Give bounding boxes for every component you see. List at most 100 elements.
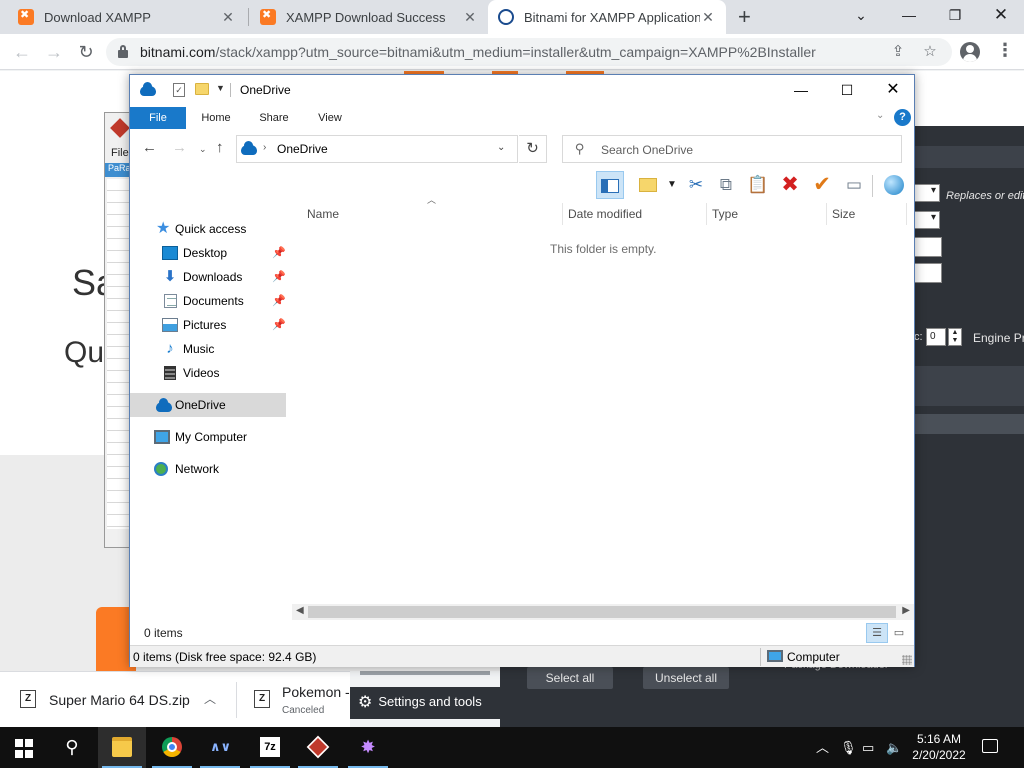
select-all-button[interactable]: Select all — [527, 667, 613, 689]
panel-spinner[interactable] — [914, 237, 942, 257]
pin-icon[interactable]: 📌 — [272, 265, 286, 289]
taskbar-7zip[interactable]: 7z — [246, 727, 294, 768]
search-box[interactable]: ⚲ Search OneDrive — [562, 135, 902, 163]
refresh-icon[interactable]: ↻ — [519, 135, 547, 163]
paste-icon[interactable]: 📋 — [744, 171, 772, 199]
system-clock[interactable]: 5:16 AM 2/20/2022 — [904, 731, 974, 763]
start-button[interactable] — [0, 727, 48, 768]
pin-icon[interactable]: 📌 — [272, 313, 286, 337]
divider[interactable] — [826, 203, 827, 225]
column-name[interactable]: Name — [307, 201, 339, 227]
tab-home[interactable]: Home — [194, 107, 238, 129]
nav-network[interactable]: Network — [130, 457, 286, 481]
close-icon[interactable]: ✕ — [220, 9, 236, 26]
recent-locations-icon[interactable]: ⌄ — [199, 144, 207, 155]
address-bar[interactable]: bitnami.com/stack/xampp?utm_source=bitna… — [106, 38, 952, 66]
tab-file[interactable]: File — [130, 107, 186, 129]
taskbar-dolphin[interactable]: ✸ — [344, 727, 392, 768]
back-icon[interactable]: ← — [10, 40, 34, 64]
nav-downloads[interactable]: ⬇ Downloads 📌 — [130, 265, 286, 289]
chevron-down-icon[interactable]: ⌄ — [497, 142, 505, 153]
close-icon[interactable]: ✕ — [462, 9, 478, 26]
maximize-icon[interactable]: ☐ — [824, 75, 870, 105]
checkmark-icon[interactable]: ✔ — [808, 171, 836, 199]
new-tab-button[interactable]: + — [738, 4, 751, 30]
minimize-icon[interactable]: — — [778, 75, 824, 105]
download-item[interactable]: Z Super Mario 64 DS.zip ︿ — [0, 672, 236, 728]
horizontal-scrollbar[interactable]: ◀ ▶ — [292, 604, 914, 620]
tab-search-icon[interactable]: ⌄ — [838, 0, 884, 30]
unselect-all-button[interactable]: Unselect all — [643, 667, 729, 689]
reload-icon[interactable]: ↻ — [74, 40, 98, 64]
nav-documents[interactable]: Documents 📌 — [130, 289, 286, 313]
large-icons-view-icon[interactable]: ▭ — [888, 623, 910, 643]
help-icon[interactable]: ? — [894, 109, 911, 126]
taskbar-file-explorer[interactable] — [98, 727, 146, 768]
menu-file[interactable]: File — [111, 147, 129, 159]
forward-icon[interactable]: → — [172, 139, 187, 156]
tab-xampp-download-success[interactable]: XAMPP Download Success ✕ — [250, 0, 488, 34]
forward-icon[interactable]: → — [42, 40, 66, 64]
close-dialog-icon[interactable]: ✕ — [870, 75, 916, 105]
editor-tab[interactable]: PaRa — [105, 163, 131, 177]
panel-dropdown[interactable] — [914, 211, 940, 229]
chevron-up-icon[interactable]: ︿ — [204, 690, 216, 707]
panel-dropdown[interactable] — [914, 184, 940, 202]
close-window-icon[interactable]: ✕ — [978, 0, 1024, 30]
column-size[interactable]: Size — [832, 201, 855, 227]
scroll-left-icon[interactable]: ◀ — [296, 605, 304, 616]
more-menu-icon[interactable]: ⋮ — [996, 40, 1014, 61]
back-icon[interactable]: ← — [142, 139, 157, 156]
network-globe-button[interactable] — [880, 171, 908, 199]
share-icon[interactable]: ⇪ — [888, 42, 908, 62]
new-folder-icon[interactable] — [195, 83, 209, 95]
resize-grip[interactable] — [902, 655, 912, 665]
breadcrumb-onedrive[interactable]: OneDrive — [277, 142, 328, 156]
up-icon[interactable]: ↑ — [216, 139, 224, 156]
copy-icon[interactable]: ⧉ — [712, 171, 740, 199]
divider[interactable] — [706, 203, 707, 225]
url-text[interactable]: bitnami.com/stack/xampp?utm_source=bitna… — [140, 44, 816, 60]
nav-music[interactable]: ♪ Music — [130, 337, 286, 361]
tab-download-xampp[interactable]: Download XAMPP ✕ — [8, 0, 246, 34]
restore-icon[interactable]: ❐ — [932, 0, 978, 30]
minimize-icon[interactable]: — — [886, 0, 932, 30]
tab-bitnami[interactable]: Bitnami for XAMPP Application M ✕ — [488, 0, 726, 34]
engine-spin-input[interactable]: 0 — [926, 328, 946, 346]
divider[interactable] — [562, 203, 563, 225]
background-editor-window[interactable]: File PaRa — [104, 112, 131, 548]
profile-avatar-icon[interactable] — [960, 42, 980, 62]
nav-my-computer[interactable]: My Computer — [130, 425, 286, 449]
bookmark-star-icon[interactable]: ☆ — [920, 42, 940, 62]
taskbar-diamond-app[interactable] — [294, 727, 342, 768]
search-placeholder[interactable]: Search OneDrive — [601, 143, 693, 157]
close-icon[interactable]: ✕ — [700, 9, 716, 26]
rename-icon[interactable]: ▭ — [840, 171, 868, 199]
expand-ribbon-icon[interactable]: ⌄ — [876, 110, 884, 121]
pin-icon[interactable]: 📌 — [272, 241, 286, 265]
cut-icon[interactable]: ✂ — [682, 171, 710, 199]
scroll-thumb[interactable] — [308, 606, 896, 618]
delete-icon[interactable]: ✖ — [776, 171, 804, 199]
show-hidden-icons[interactable]: ︿ — [816, 727, 829, 768]
nav-quick-access[interactable]: ★ Quick access — [130, 217, 286, 241]
preview-pane-button[interactable] — [596, 171, 624, 199]
nav-desktop[interactable]: Desktop 📌 — [130, 241, 286, 265]
volume-icon[interactable]: 🔈 — [886, 727, 902, 768]
scroll-right-icon[interactable]: ▶ — [902, 605, 910, 616]
nav-onedrive[interactable]: OneDrive — [130, 393, 286, 417]
taskbar-chrome[interactable] — [148, 727, 196, 768]
nav-pictures[interactable]: Pictures 📌 — [130, 313, 286, 337]
divider[interactable] — [906, 203, 907, 225]
address-breadcrumb[interactable]: › OneDrive ⌄ — [236, 135, 518, 163]
pin-icon[interactable]: 📌 — [272, 289, 286, 313]
nav-videos[interactable]: Videos — [130, 361, 286, 385]
engine-spin-arrows[interactable]: ▲ ▼ — [948, 328, 962, 346]
chevron-right-icon[interactable]: › — [263, 142, 266, 153]
download-item[interactable]: Z Pokemon - Canceled — [238, 672, 350, 728]
microphone-icon[interactable]: 🎙 — [840, 727, 857, 768]
tab-share[interactable]: Share — [252, 107, 296, 129]
panel-spinner[interactable] — [914, 263, 942, 283]
tab-view[interactable]: View — [310, 107, 350, 129]
taskbar-texstudio[interactable]: ∧∨ — [196, 727, 244, 768]
